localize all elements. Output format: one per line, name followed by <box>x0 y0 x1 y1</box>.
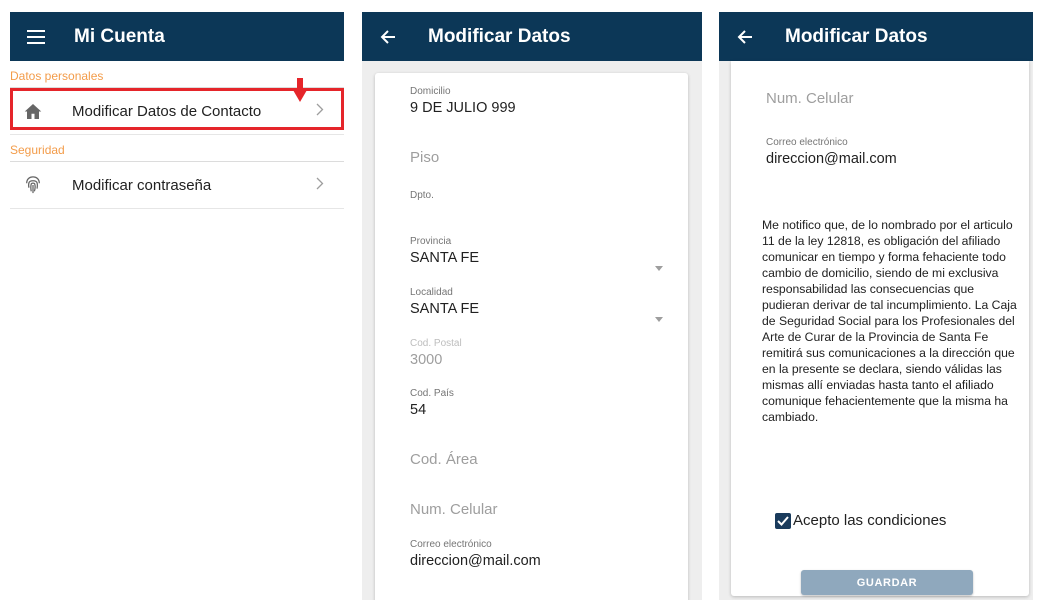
domicilio-field[interactable]: Domicilio 9 DE JULIO 999 <box>410 86 516 116</box>
modificar-datos-screen-scrolled: Modificar Datos Num. Celular Correo elec… <box>719 12 1033 600</box>
page-title: Modificar Datos <box>428 25 571 47</box>
field-value: 54 <box>410 402 427 418</box>
modificar-datos-screen: Modificar Datos Domicilio 9 DE JULIO 999… <box>362 12 702 600</box>
menu-item-label: Modificar contraseña <box>72 176 212 194</box>
back-arrow-icon[interactable] <box>727 29 763 45</box>
chevron-right-icon <box>316 177 324 195</box>
field-value: direccion@mail.com <box>410 553 541 569</box>
fingerprint-icon <box>18 175 48 195</box>
field-label: Correo electrónico <box>410 539 492 550</box>
legal-notice: Me notifico que, de lo nombrado por el a… <box>762 218 1017 424</box>
app-bar: Modificar Datos <box>362 12 702 61</box>
field-value: 3000 <box>410 352 443 368</box>
section-header-seguridad: Seguridad <box>10 135 344 162</box>
field-placeholder: Num. Celular <box>766 90 854 107</box>
checkbox-label: Acepto las condiciones <box>793 512 947 529</box>
dropdown-arrow-icon[interactable] <box>655 309 663 327</box>
save-button[interactable]: GUARDAR <box>801 570 973 595</box>
field-label: Dpto. <box>410 190 434 201</box>
app-bar: Modificar Datos <box>719 12 1033 61</box>
home-icon <box>18 103 48 120</box>
page-title: Mi Cuenta <box>74 25 165 47</box>
arrow-down-icon <box>293 78 307 107</box>
cod-pais-field[interactable]: Cod. País 54 <box>410 388 454 418</box>
field-value: 9 DE JULIO 999 <box>410 100 516 116</box>
cod-postal-field: Cod. Postal 3000 <box>410 338 462 368</box>
form-card: Domicilio 9 DE JULIO 999 Piso Dpto. Prov… <box>375 73 688 600</box>
field-label: Domicilio <box>410 86 451 97</box>
field-value: SANTA FE <box>410 250 480 266</box>
field-value: direccion@mail.com <box>766 151 897 167</box>
field-label: Localidad <box>410 287 453 298</box>
accept-conditions-checkbox[interactable]: Acepto las condiciones <box>775 512 946 529</box>
field-placeholder: Piso <box>410 149 440 166</box>
field-placeholder: Cod. Área <box>410 451 478 468</box>
dropdown-arrow-icon[interactable] <box>655 258 663 276</box>
cod-area-field[interactable]: Cod. Área <box>410 451 478 468</box>
field-label: Correo electrónico <box>766 137 848 148</box>
provincia-select[interactable]: Provincia SANTA FE <box>410 236 479 266</box>
num-celular-field[interactable]: Num. Celular <box>410 501 498 518</box>
field-placeholder: Num. Celular <box>410 501 498 518</box>
field-label: Cod. País <box>410 388 454 399</box>
correo-field[interactable]: Correo electrónico direccion@mail.com <box>410 539 541 569</box>
back-arrow-icon[interactable] <box>370 29 406 45</box>
menu-icon[interactable] <box>14 29 58 44</box>
correo-field[interactable]: Correo electrónico direccion@mail.com <box>766 137 897 167</box>
field-label: Cod. Postal <box>410 338 462 349</box>
mi-cuenta-screen: Mi Cuenta Datos personales Modificar Dat… <box>10 12 344 600</box>
menu-item-label: Modificar Datos de Contacto <box>72 102 262 120</box>
app-bar: Mi Cuenta <box>10 12 344 61</box>
menu-item-modificar-contrasena[interactable]: Modificar contraseña <box>10 162 344 209</box>
localidad-select[interactable]: Localidad SANTA FE <box>410 287 479 317</box>
field-value: SANTA FE <box>410 301 480 317</box>
num-celular-field[interactable]: Num. Celular <box>766 90 854 107</box>
dpto-field[interactable]: Dpto. <box>410 190 434 204</box>
checkbox-checked-icon[interactable] <box>775 512 791 529</box>
field-label: Provincia <box>410 236 452 247</box>
chevron-right-icon <box>316 103 324 121</box>
piso-field[interactable]: Piso <box>410 149 439 166</box>
page-title: Modificar Datos <box>785 25 928 47</box>
